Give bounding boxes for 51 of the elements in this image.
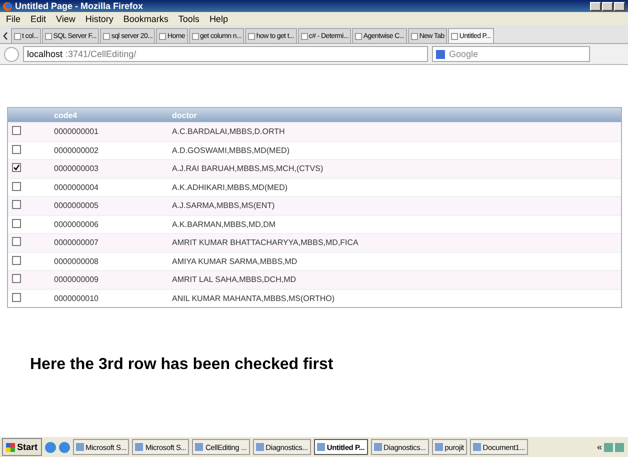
- row-checkbox[interactable]: [12, 163, 21, 172]
- back-button[interactable]: [4, 46, 19, 62]
- table-cell-text: 0000000010: [54, 294, 100, 303]
- search-field[interactable]: Google: [432, 46, 590, 62]
- table-cell-text: 0000000005: [54, 201, 100, 210]
- address-field[interactable]: localhost :3741/CellEditing/: [23, 46, 428, 62]
- table-cell-text: 0000000001: [54, 127, 100, 136]
- row-checkbox[interactable]: [12, 292, 21, 302]
- row-checkbox[interactable]: [12, 237, 21, 246]
- menu-item[interactable]: Bookmarks: [123, 14, 168, 24]
- menu-item[interactable]: Tools: [178, 14, 200, 24]
- menu-item[interactable]: File: [6, 14, 21, 24]
- table-cell-text: A.K.ADHIKARI,MBBS,MD(MED): [172, 182, 289, 192]
- row-checkbox[interactable]: [12, 144, 21, 154]
- table-cell-text: A.K.BARMAN,MBBS,MD,DM: [172, 220, 277, 229]
- maximize-button[interactable]: [602, 2, 613, 10]
- minimize-button[interactable]: [590, 2, 601, 10]
- close-button[interactable]: [614, 2, 625, 10]
- table-cell-text: 0000000004: [54, 182, 100, 192]
- table-cell-text: A.C.BARDALAI,MBBS,D.ORTH: [172, 127, 286, 136]
- table-cell-text: 0000000007: [54, 238, 100, 248]
- row-checkbox[interactable]: [12, 274, 21, 284]
- tray-expand-button[interactable]: «: [596, 442, 602, 452]
- browser-icon: [3, 2, 12, 10]
- table-cell-text: 0000000002: [54, 146, 100, 155]
- window-title: Untitled Page - Mozilla Firefox: [15, 1, 144, 11]
- table-cell-text: 0000000003: [54, 164, 100, 174]
- quick-launch-icon[interactable]: [58, 442, 70, 452]
- row-checkbox[interactable]: [12, 200, 21, 210]
- table-cell-text: AMRIT KUMAR BHATTACHARYYA,MBBS,MD,FICA: [172, 238, 360, 248]
- table-cell-text: A.D.GOSWAMI,MBBS,MD(MED): [172, 146, 290, 155]
- table-cell-text: 0000000006: [54, 220, 100, 229]
- quick-launch-icon[interactable]: [44, 442, 56, 452]
- table-cell-text: A.J.RAI BARUAH,MBBS,MS,MCH,(CTVS): [172, 164, 324, 174]
- caption-text: Here the 3rd row has been checked first: [30, 356, 334, 374]
- menu-item[interactable]: View: [56, 14, 76, 24]
- start-button[interactable]: Start: [2, 438, 42, 456]
- scroll-left-icon[interactable]: [3, 32, 8, 40]
- table-cell-text: 0000000008: [54, 256, 100, 266]
- row-checkbox[interactable]: [12, 256, 21, 265]
- menu-item[interactable]: Help: [209, 14, 228, 24]
- table-cell-text: ANIL KUMAR MAHANTA,MBBS,MS(ORTHO): [172, 294, 336, 303]
- table-cell-text: AMIYA KUMAR SARMA,MBBS,MD: [172, 256, 298, 266]
- table-cell-text: 0000000009: [54, 275, 100, 284]
- row-checkbox[interactable]: [12, 218, 21, 228]
- menu-item[interactable]: Edit: [30, 14, 46, 24]
- row-checkbox[interactable]: [12, 126, 21, 136]
- table-cell-text: A.J.SARMA,MBBS,MS(ENT): [172, 201, 276, 210]
- menu-item[interactable]: History: [85, 14, 114, 24]
- table-cell-text: AMRIT LAL SAHA,MBBS,DCH,MD: [172, 275, 298, 284]
- row-checkbox[interactable]: [12, 182, 21, 191]
